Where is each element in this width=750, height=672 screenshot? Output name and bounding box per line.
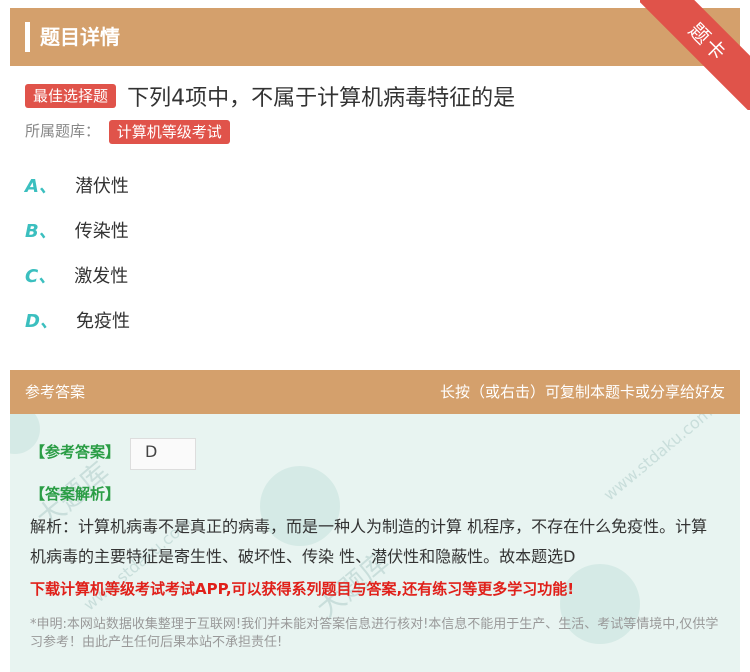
analysis-label: 【答案解析】: [30, 485, 121, 503]
disclaimer: *申明:本网站数据收集整理于互联网!我们并未能对答案信息进行核对!本信息不能用于…: [30, 617, 719, 650]
source-label: 所属题库：: [25, 122, 101, 140]
question-source: 所属题库： 计算机等级考试: [25, 119, 230, 144]
answer-header-title: 参考答案: [25, 383, 86, 401]
question-text: 下列4项中，不属于计算机病毒特征的是: [127, 86, 516, 111]
analysis-text: 解析：计算机病毒不是真正的病毒，而是一种人为制造的计算 机程序，不存在什么免疫性…: [30, 517, 708, 566]
option-text: 传染性: [74, 221, 129, 242]
question-header: 题目详情: [10, 8, 740, 66]
answer-header: 参考答案 长按（或右击）可复制本题卡或分享给好友: [10, 370, 740, 414]
option-letter: C、: [25, 266, 57, 287]
option-c[interactable]: C、 激发性: [25, 264, 128, 290]
watermark-url: www.stdaku.com: [599, 414, 716, 505]
question-type-badge: 最佳选择题: [25, 84, 117, 108]
reference-answer-image: D: [130, 438, 196, 470]
share-hint: 长按（或右击）可复制本题卡或分享给好友: [439, 383, 725, 401]
app-promo-link[interactable]: 下载计算机等级考试考试APP,可以获得系列题目与答案,还有练习等更多学习功能!: [30, 578, 574, 599]
option-letter: B、: [25, 221, 57, 242]
header-accent-bar: [25, 22, 30, 52]
reference-answer-value: D: [145, 442, 158, 461]
option-text: 潜伏性: [74, 176, 129, 197]
option-a[interactable]: A、 潜伏性: [25, 174, 129, 200]
question-row: 最佳选择题 下列4项中，不属于计算机病毒特征的是: [25, 80, 735, 112]
option-d[interactable]: D、 免疫性: [25, 309, 130, 335]
reference-answer-label: 【参考答案】: [30, 443, 121, 461]
header-title: 题目详情: [40, 25, 120, 49]
option-b[interactable]: B、 传染性: [25, 219, 129, 245]
source-badge[interactable]: 计算机等级考试: [108, 119, 230, 144]
option-letter: D、: [25, 311, 58, 332]
option-text: 免疫性: [75, 311, 130, 332]
option-text: 激发性: [74, 266, 129, 287]
option-letter: A、: [25, 176, 57, 197]
